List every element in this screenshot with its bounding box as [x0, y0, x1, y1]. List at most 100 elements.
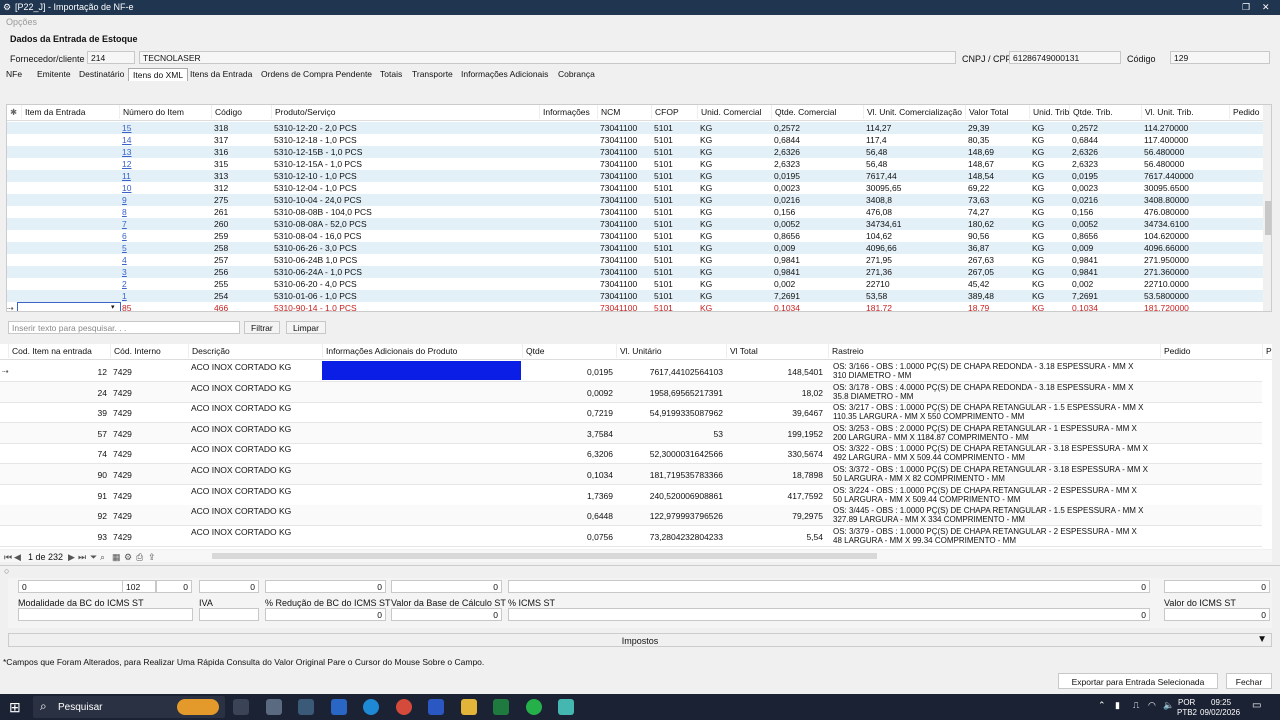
filter-button[interactable]: Filtrar	[244, 321, 280, 334]
xml-row[interactable]: 4 257 5310-06-24B 1,0 PCS 73041100 5101 KG 0,9…	[7, 254, 1265, 266]
detail-row[interactable]: 57 7429 ACO INOX CORTADO KG 3,7584 53 199,195…	[0, 422, 1262, 444]
tab-cobranca[interactable]: Cobrança	[554, 68, 599, 81]
base-calculo-st-field[interactable]: 0	[391, 608, 502, 621]
horizontal-scroll-thumb[interactable]	[212, 553, 877, 559]
xml-row[interactable]: 85 466 5310-90-14 - 1,0 PCS 73041100 5101 KG 0…	[7, 302, 1265, 311]
tab-ordens-compra[interactable]: Ordens de Compra Pendente	[257, 68, 376, 81]
detail-header-2[interactable]: Descrição	[188, 344, 321, 358]
codigo-field[interactable]: 129	[1170, 51, 1270, 64]
next-page-icon[interactable]: ▶	[68, 552, 75, 563]
xml-cell-1[interactable]: 11	[119, 170, 211, 182]
supplier-name-field[interactable]: TECNOLASER	[139, 51, 956, 64]
tax-field-8[interactable]: 0	[1164, 580, 1270, 593]
clock-date[interactable]: 09/02/2026	[1200, 708, 1240, 717]
row-edit-dropdown[interactable]	[17, 302, 121, 311]
icms-st-field[interactable]: 0	[508, 608, 1150, 621]
xml-scroll-thumb[interactable]	[1265, 201, 1271, 235]
clear-button[interactable]: Limpar	[286, 321, 326, 334]
notification-icon[interactable]: ▭	[1252, 700, 1261, 711]
xml-cell-1[interactable]: 15	[119, 122, 211, 134]
xml-row[interactable]: 12 315 5310-12-15A - 1,0 PCS 73041100 5101 KG…	[7, 158, 1265, 170]
xml-row[interactable]: 8 261 5310-08-08B - 104,0 PCS 73041100 5101 K…	[7, 206, 1265, 218]
xml-header-11[interactable]: Unid. Trib	[1029, 105, 1069, 119]
detail-header-9[interactable]: P	[1262, 344, 1272, 358]
xml-header-7[interactable]: Unid. Comercial	[697, 105, 771, 119]
xml-row[interactable]: 15 318 5310-12-20 - 2,0 PCS 73041100 5101 KG 0…	[7, 122, 1265, 134]
tab-itens-entrada[interactable]: Itens da Entrada	[186, 68, 256, 81]
detail-row[interactable]: 12 7429 ACO INOX CORTADO KG 0,0195 7617,4410…	[0, 361, 1262, 382]
export-icon[interactable]: ⇪	[148, 552, 156, 563]
xml-row[interactable]: 3 256 5310-06-24A - 1,0 PCS 73041100 5101 KG 0…	[7, 266, 1265, 278]
detail-row[interactable]: 39 7429 ACO INOX CORTADO KG 0,7219 54,919933…	[0, 402, 1262, 424]
xml-row[interactable]: 10 312 5310-12-04 - 1,0 PCS 73041100 5101 KG 0…	[7, 182, 1265, 194]
xml-row[interactable]: 11 313 5310-12-10 - 1,0 PCS 73041100 5101 KG 0…	[7, 170, 1265, 182]
tab-transporte[interactable]: Transporte	[408, 68, 457, 81]
xml-row[interactable]: 2 255 5310-06-20 - 4,0 PCS 73041100 5101 KG 0,…	[7, 278, 1265, 290]
xml-grid-scrollbar[interactable]	[1263, 105, 1271, 311]
impostos-collapse-bar[interactable]: Impostos ▼	[8, 633, 1272, 647]
detail-header-0[interactable]: Cod. Item na entrada	[8, 344, 110, 358]
xml-cell-1[interactable]: 7	[119, 218, 211, 230]
tax-field-4[interactable]: 0	[199, 580, 259, 593]
restore-icon[interactable]: ❐	[1242, 2, 1250, 13]
volume-icon[interactable]: 🔈	[1163, 700, 1174, 711]
xml-cell-1[interactable]: 6	[119, 230, 211, 242]
tab-itens-xml[interactable]: Itens do XML	[128, 68, 189, 81]
close-button[interactable]: Fechar	[1226, 673, 1272, 689]
xml-header-0[interactable]: Item da Entrada	[21, 105, 119, 119]
cnpj-field[interactable]: 61286749000131	[1009, 51, 1121, 64]
tax-field-7[interactable]: 0	[508, 580, 1150, 593]
xml-header-3[interactable]: Produto/Serviço	[271, 105, 539, 119]
search-icon[interactable]: ⌕	[100, 552, 105, 563]
tax-field-3[interactable]: 0	[156, 580, 192, 593]
close-icon[interactable]: ✕	[1262, 2, 1270, 13]
xml-cell-1[interactable]: 9	[119, 194, 211, 206]
valor-icms-st-field[interactable]: 0	[1164, 608, 1270, 621]
tax-field-2[interactable]: 102	[122, 580, 156, 593]
detail-header-1[interactable]: Cód. Interno	[110, 344, 188, 358]
grid-options-icon[interactable]: ▦	[112, 552, 121, 563]
xml-row[interactable]: 14 317 5310-12-18 - 1,0 PCS 73041100 5101 KG 0…	[7, 134, 1265, 146]
detail-row[interactable]: 74 7429 ACO INOX CORTADO KG 6,3206 52,300003…	[0, 443, 1262, 465]
selected-cell[interactable]	[322, 361, 521, 380]
xml-grid-body[interactable]: 15 318 5310-12-20 - 2,0 PCS 73041100 5101 KG 0…	[7, 122, 1265, 311]
xml-header-5[interactable]: NCM	[597, 105, 649, 119]
xml-header-6[interactable]: CFOP	[651, 105, 695, 119]
detail-row[interactable]: 91 7429 ACO INOX CORTADO KG 1,7369 240,52000…	[0, 485, 1262, 506]
app-icon-3[interactable]	[331, 699, 347, 715]
settings-icon[interactable]: ⚙	[124, 552, 132, 563]
last-page-icon[interactable]: ⏭	[78, 552, 86, 563]
detail-header-5[interactable]: Vl. Unitário	[616, 344, 726, 358]
xml-header-14[interactable]: Pedido	[1229, 105, 1265, 119]
chevron-down-icon[interactable]: ▾	[111, 303, 115, 311]
tab-nfe[interactable]: NFe	[2, 68, 26, 81]
xml-cell-1[interactable]: 13	[119, 146, 211, 158]
detail-grid-body[interactable]: 12 7429 ACO INOX CORTADO KG 0,0195 7617,4410…	[0, 361, 1262, 549]
outlook-icon[interactable]	[428, 699, 444, 715]
first-page-icon[interactable]: ⏮	[4, 552, 12, 563]
lang-2[interactable]: PTB2	[1177, 708, 1197, 717]
detail-row[interactable]: 24 7429 ACO INOX CORTADO KG 0,0092 1958,6956…	[0, 381, 1262, 403]
usb-icon[interactable]: ⎍	[1133, 700, 1139, 711]
file-explorer-icon[interactable]	[461, 699, 477, 715]
export-button[interactable]: Exportar para Entrada Selecionada	[1058, 673, 1218, 689]
xml-header-10[interactable]: Valor Total	[965, 105, 1027, 119]
iva-field[interactable]	[199, 608, 259, 621]
xml-cell-1[interactable]: 10	[119, 182, 211, 194]
edge-icon[interactable]	[363, 699, 379, 715]
windows-start-icon[interactable]: ⊞	[9, 699, 21, 716]
xml-cell-1[interactable]: 5	[119, 242, 211, 254]
xml-cell-1[interactable]: 85	[119, 302, 211, 311]
tax-field-6[interactable]: 0	[391, 580, 502, 593]
tab-emitente[interactable]: Emitente	[33, 68, 75, 81]
modalidade-bc-field[interactable]	[18, 608, 193, 621]
xml-cell-1[interactable]: 12	[119, 158, 211, 170]
wifi-icon[interactable]: ◠	[1148, 700, 1156, 711]
detail-header-7[interactable]: Rastreio	[828, 344, 1160, 358]
tab-totais[interactable]: Totais	[376, 68, 406, 81]
prev-page-icon[interactable]: ◀	[14, 552, 21, 563]
detail-row[interactable]: 92 7429 ACO INOX CORTADO KG 0,6448 122,97999…	[0, 505, 1262, 527]
xml-cell-1[interactable]: 1	[119, 290, 211, 302]
xml-row[interactable]: 7 260 5310-08-08A - 52,0 PCS 73041100 5101 KG…	[7, 218, 1265, 230]
tax-field-5[interactable]: 0	[265, 580, 386, 593]
